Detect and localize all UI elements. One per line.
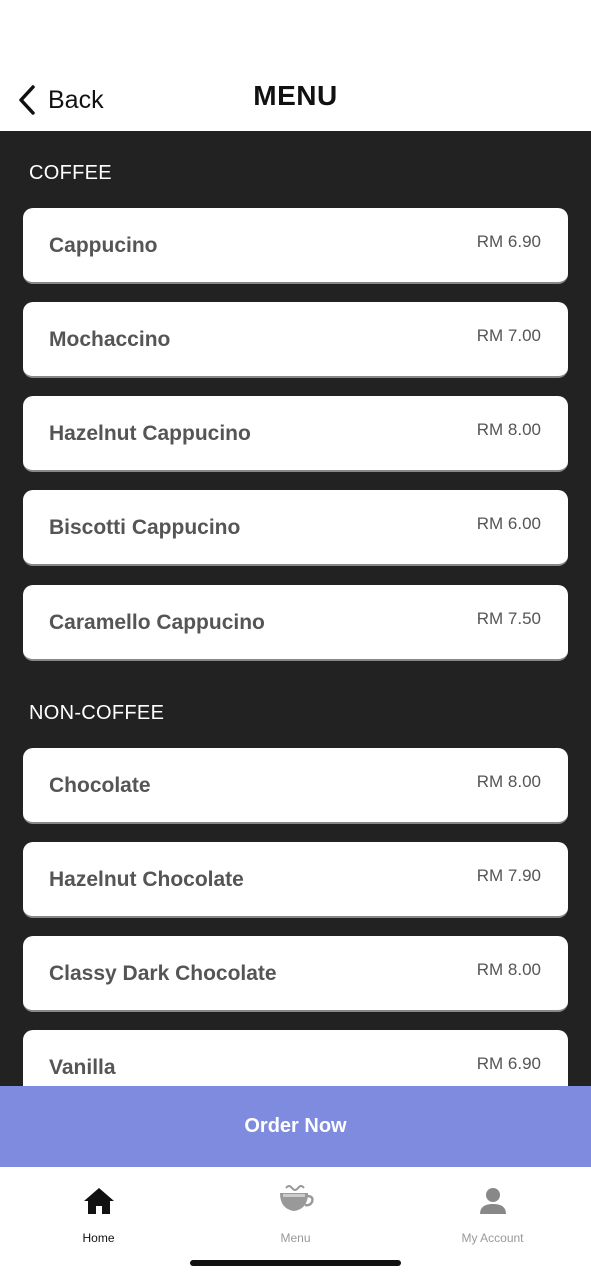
tab-my-account[interactable]: My Account [394, 1177, 591, 1247]
coffee-cup-icon [279, 1185, 314, 1211]
menu-item-name: Mochaccino [49, 328, 171, 351]
menu-item-card[interactable]: Hazelnut Chocolate RM 7.90 [23, 842, 568, 918]
menu-item-price: RM 6.90 [476, 232, 541, 251]
menu-item-card[interactable]: Classy Dark Chocolate RM 8.00 [23, 936, 568, 1012]
header: Back MENU [0, 0, 591, 131]
menu-list[interactable]: COFFEE Cappucino RM 6.90 Mochaccino RM 7… [0, 131, 591, 1086]
menu-item-name: Hazelnut Chocolate [49, 868, 244, 891]
menu-item-name: Chocolate [49, 774, 151, 797]
menu-item-name: Hazelnut Cappucino [49, 422, 251, 445]
menu-item-name: Caramello Cappucino [49, 611, 265, 634]
menu-item-price: RM 8.00 [476, 420, 541, 439]
menu-item-price: RM 6.90 [476, 1054, 541, 1073]
menu-item-price: RM 7.00 [476, 326, 541, 345]
menu-item-card[interactable]: Vanilla RM 6.90 [23, 1030, 568, 1086]
menu-item-card[interactable]: Hazelnut Cappucino RM 8.00 [23, 396, 568, 472]
menu-item-price: RM 7.90 [476, 866, 541, 885]
menu-item-card[interactable]: Cappucino RM 6.90 [23, 208, 568, 284]
tab-home[interactable]: Home [0, 1177, 197, 1247]
user-icon [479, 1188, 506, 1214]
menu-item-name: Cappucino [49, 234, 158, 257]
menu-item-price: RM 8.00 [476, 960, 541, 979]
tab-my-account-label: My Account [461, 1231, 524, 1245]
menu-item-name: Classy Dark Chocolate [49, 962, 277, 985]
home-indicator[interactable] [190, 1260, 401, 1266]
menu-item-price: RM 8.00 [476, 772, 541, 791]
menu-item-price: RM 6.00 [476, 514, 541, 533]
menu-item-card[interactable]: Chocolate RM 8.00 [23, 748, 568, 824]
page-title: MENU [253, 80, 338, 111]
section-title-non-coffee: NON-COFFEE [29, 702, 165, 724]
section-title-coffee: COFFEE [29, 162, 112, 184]
tab-home-label: Home [82, 1231, 115, 1245]
menu-item-card[interactable]: Mochaccino RM 7.00 [23, 302, 568, 378]
menu-item-card[interactable]: Biscotti Cappucino RM 6.00 [23, 490, 568, 566]
menu-item-name: Biscotti Cappucino [49, 516, 241, 539]
tab-menu-label: Menu [280, 1231, 311, 1245]
menu-item-card[interactable]: Caramello Cappucino RM 7.50 [23, 585, 568, 661]
tab-menu[interactable]: Menu [197, 1177, 394, 1247]
menu-item-name: Vanilla [49, 1056, 116, 1079]
home-icon [83, 1188, 114, 1214]
order-now-button[interactable]: Order Now [0, 1086, 591, 1167]
menu-item-price: RM 7.50 [476, 609, 541, 628]
